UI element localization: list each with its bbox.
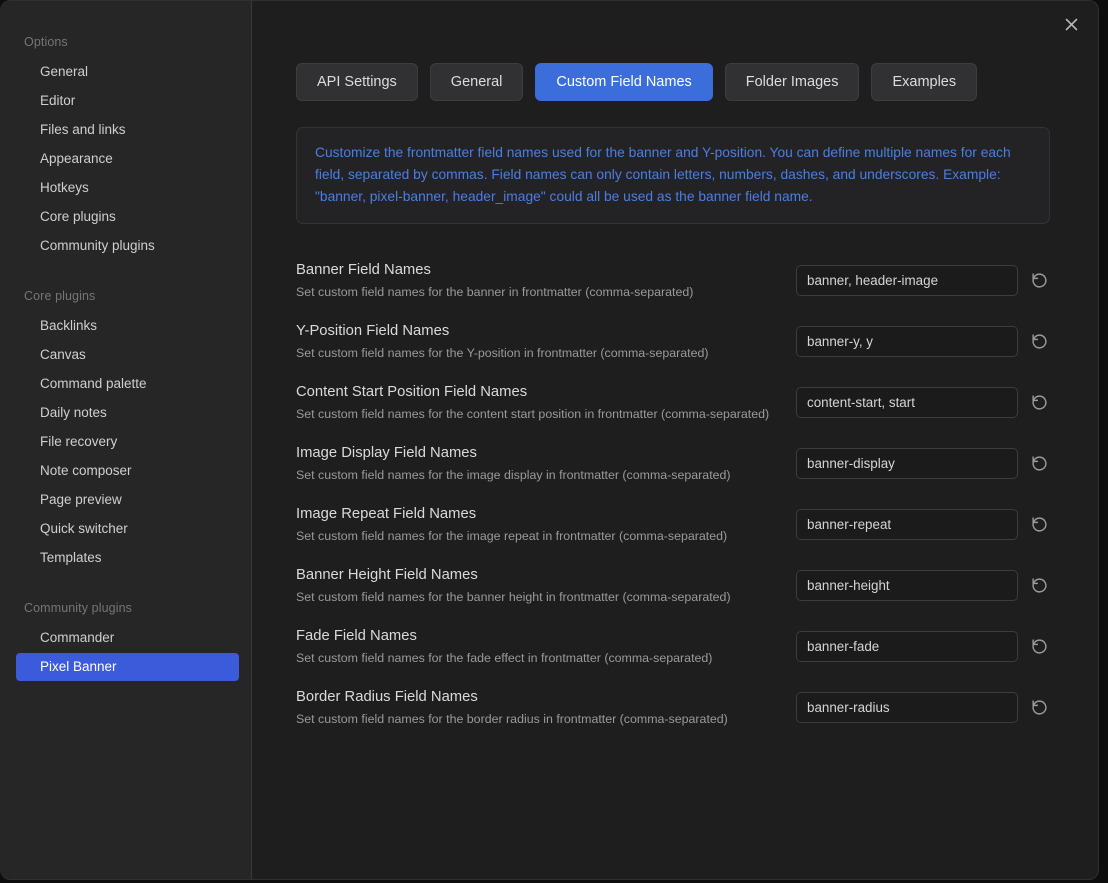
field-names-input[interactable]	[796, 631, 1018, 662]
setting-name: Image Repeat Field Names	[296, 506, 477, 522]
setting-description: Set custom field names for the border ra…	[296, 712, 728, 726]
field-names-input[interactable]	[796, 570, 1018, 601]
setting-control	[796, 387, 1050, 418]
sidebar-item-community-plugins[interactable]: Community plugins	[16, 232, 239, 260]
setting-info: Banner Height Field Names Set custom fiel…	[296, 565, 776, 606]
field-names-input[interactable]	[796, 265, 1018, 296]
setting-description: Set custom field names for the content s…	[296, 407, 770, 421]
setting-row: Border Radius Field Names Set custom fiel…	[296, 677, 1050, 738]
setting-description: Set custom field names for the banner he…	[296, 590, 731, 604]
settings-main-panel: API Settings General Custom Field Names Fol…	[252, 1, 1098, 879]
tab-folder-images[interactable]: Folder Images	[724, 63, 860, 101]
setting-info: Y-Position Field Names Set custom field n…	[296, 321, 776, 362]
setting-row: Y-Position Field Names Set custom field n…	[296, 311, 1050, 372]
sidebar-item-core-plugins[interactable]: Core plugins	[16, 203, 239, 231]
setting-info: Border Radius Field Names Set custom fiel…	[296, 687, 776, 728]
tab-general[interactable]: General	[429, 63, 524, 101]
tab-api-settings[interactable]: API Settings	[296, 63, 418, 101]
sidebar-item-command-palette[interactable]: Command palette	[16, 370, 239, 398]
setting-name: Banner Field Names	[296, 262, 431, 278]
setting-control	[796, 631, 1050, 662]
sidebar-item-commander[interactable]: Commander	[16, 624, 239, 652]
reset-icon[interactable]	[1028, 514, 1050, 536]
sidebar-section-heading: Options	[24, 35, 68, 49]
sidebar-item-backlinks[interactable]: Backlinks	[16, 312, 239, 340]
sidebar-item-templates[interactable]: Templates	[16, 544, 239, 572]
reset-icon[interactable]	[1028, 270, 1050, 292]
reset-icon[interactable]	[1028, 636, 1050, 658]
setting-control	[796, 265, 1050, 296]
setting-control	[796, 326, 1050, 357]
tab-custom-field-names[interactable]: Custom Field Names	[535, 63, 713, 101]
reset-icon[interactable]	[1028, 392, 1050, 414]
setting-name: Banner Height Field Names	[296, 567, 478, 583]
setting-info: Fade Field Names Set custom field names f…	[296, 626, 776, 667]
sidebar-section-heading: Community plugins	[24, 601, 132, 615]
setting-row: Content Start Position Field Names Set cu…	[296, 372, 1050, 433]
info-banner: Customize the frontmatter field names us…	[296, 127, 1050, 224]
setting-name: Y-Position Field Names	[296, 323, 450, 339]
setting-name: Fade Field Names	[296, 628, 417, 644]
setting-info: Image Display Field Names Set custom fiel…	[296, 443, 776, 484]
tab-examples[interactable]: Examples	[871, 63, 978, 101]
sidebar-item-appearance[interactable]: Appearance	[16, 145, 239, 173]
setting-description: Set custom field names for the image dis…	[296, 468, 731, 482]
setting-control	[796, 692, 1050, 723]
sidebar-item-files-and-links[interactable]: Files and links	[16, 116, 239, 144]
setting-name: Border Radius Field Names	[296, 689, 478, 705]
setting-row: Image Repeat Field Names Set custom field…	[296, 494, 1050, 555]
field-names-input[interactable]	[796, 387, 1018, 418]
setting-row: Fade Field Names Set custom field names f…	[296, 616, 1050, 677]
sidebar-item-pixel-banner[interactable]: Pixel Banner	[16, 653, 239, 681]
setting-control	[796, 448, 1050, 479]
settings-sidebar: Options General Editor Files and links Appea…	[0, 1, 252, 879]
reset-icon[interactable]	[1028, 453, 1050, 475]
settings-content: API Settings General Custom Field Names Fol…	[252, 1, 1098, 738]
field-names-input[interactable]	[796, 692, 1018, 723]
reset-icon[interactable]	[1028, 697, 1050, 719]
setting-info: Content Start Position Field Names Set cu…	[296, 382, 776, 423]
setting-row: Banner Height Field Names Set custom fiel…	[296, 555, 1050, 616]
settings-modal: Options General Editor Files and links Appea…	[0, 0, 1099, 880]
field-names-input[interactable]	[796, 326, 1018, 357]
setting-info: Banner Field Names Set custom field names…	[296, 260, 776, 301]
setting-description: Set custom field names for the Y-positio…	[296, 346, 709, 360]
sidebar-item-file-recovery[interactable]: File recovery	[16, 428, 239, 456]
setting-control	[796, 509, 1050, 540]
setting-row: Banner Field Names Set custom field names…	[296, 250, 1050, 311]
sidebar-item-note-composer[interactable]: Note composer	[16, 457, 239, 485]
sidebar-item-hotkeys[interactable]: Hotkeys	[16, 174, 239, 202]
sidebar-item-general[interactable]: General	[16, 58, 239, 86]
tab-bar: API Settings General Custom Field Names Fol…	[296, 63, 1050, 101]
sidebar-item-quick-switcher[interactable]: Quick switcher	[16, 515, 239, 543]
setting-description: Set custom field names for the image rep…	[296, 529, 728, 543]
reset-icon[interactable]	[1028, 575, 1050, 597]
setting-name: Image Display Field Names	[296, 445, 477, 461]
field-names-input[interactable]	[796, 509, 1018, 540]
sidebar-item-canvas[interactable]: Canvas	[16, 341, 239, 369]
sidebar-section-heading: Core plugins	[24, 289, 96, 303]
setting-info: Image Repeat Field Names Set custom field…	[296, 504, 776, 545]
sidebar-item-page-preview[interactable]: Page preview	[16, 486, 239, 514]
setting-row: Image Display Field Names Set custom fiel…	[296, 433, 1050, 494]
sidebar-item-editor[interactable]: Editor	[16, 87, 239, 115]
sidebar-item-daily-notes[interactable]: Daily notes	[16, 399, 239, 427]
reset-icon[interactable]	[1028, 331, 1050, 353]
setting-control	[796, 570, 1050, 601]
setting-description: Set custom field names for the banner in…	[296, 285, 694, 299]
field-names-input[interactable]	[796, 448, 1018, 479]
settings-list: Banner Field Names Set custom field names…	[296, 250, 1050, 738]
setting-name: Content Start Position Field Names	[296, 384, 528, 400]
setting-description: Set custom field names for the fade effe…	[296, 651, 713, 665]
close-icon[interactable]	[1058, 11, 1084, 37]
